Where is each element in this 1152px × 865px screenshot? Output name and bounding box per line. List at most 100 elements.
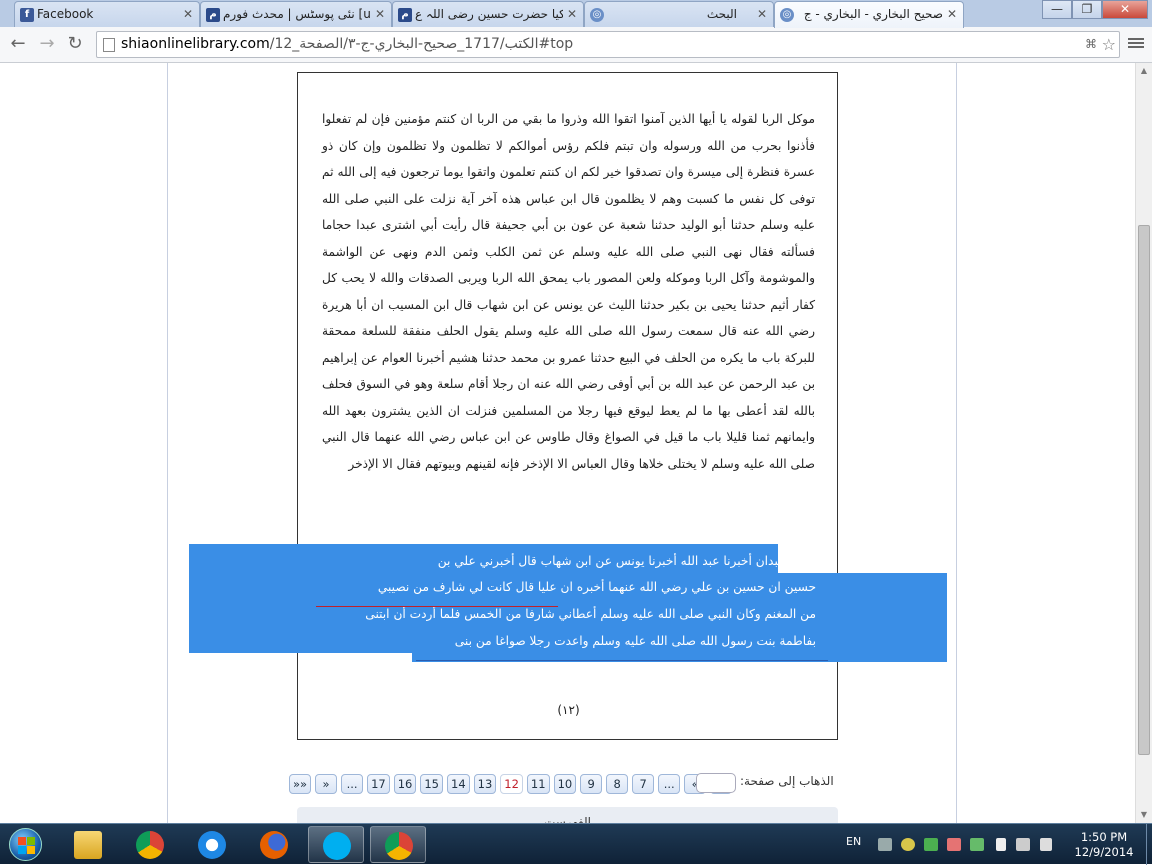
minimize-button[interactable]: —: [1042, 0, 1072, 19]
tab-title: نئی پوسٹس | محدث فورم [um: [223, 7, 371, 21]
address-bar[interactable]: shiaonlinelibrary.com/الكتب/1717_صحيح-ال…: [96, 31, 1120, 58]
globe-icon: ◎: [590, 8, 604, 22]
browser-toolbar: ← → ↻ shiaonlinelibrary.com/الكتب/1717_ص…: [0, 27, 1152, 63]
taskbar-internet-explorer[interactable]: [184, 826, 240, 863]
selected-line: حسين ان حسين بن علي رضي الله عنهما أخبره…: [377, 580, 816, 594]
tab-forum-thread[interactable]: م کیا حضرت حسین رضی اللہ ع ✕: [392, 1, 584, 27]
close-tab-icon[interactable]: ✕: [757, 7, 767, 21]
tab-forum-posts[interactable]: م نئی پوسٹس | محدث فورم [um ✕: [200, 1, 392, 27]
current-page-12: 12: [500, 774, 523, 794]
chrome-icon: [136, 831, 164, 859]
tab-strip: f Facebook ✕ م نئی پوسٹس | محدث فورم [um…: [0, 0, 1152, 28]
content-border-right: [956, 63, 957, 823]
restore-button[interactable]: ❐: [1072, 0, 1102, 19]
keyboard-icon[interactable]: [878, 838, 892, 851]
page-button-10[interactable]: 10: [553, 774, 577, 794]
translate-icon[interactable]: ⌘: [1085, 37, 1097, 51]
firefox-icon: [260, 831, 288, 859]
page-ellipsis-button[interactable]: ...: [658, 774, 681, 794]
forward-arrow-icon[interactable]: →: [35, 33, 59, 57]
back-arrow-icon[interactable]: ←: [6, 33, 30, 57]
url-text[interactable]: shiaonlinelibrary.com/الكتب/1717_صحيح-ال…: [121, 36, 573, 52]
taskbar-explorer[interactable]: [60, 826, 116, 863]
last-page-button[interactable]: »»: [289, 774, 312, 794]
page-button-9[interactable]: 9: [580, 774, 603, 794]
underline-mark: [416, 660, 828, 661]
page-ellipsis-button[interactable]: ...: [341, 774, 364, 794]
taskbar-chrome[interactable]: [122, 826, 178, 863]
goto-page-input[interactable]: [696, 773, 736, 793]
tab-title: Facebook: [37, 7, 94, 21]
page-number: (١٢): [557, 703, 580, 717]
page-button-8[interactable]: 8: [606, 774, 629, 794]
close-tab-icon[interactable]: ✕: [375, 7, 385, 21]
page-button-11[interactable]: 11: [526, 774, 550, 794]
network-icon[interactable]: [1016, 838, 1030, 851]
tray-app-icon[interactable]: [901, 838, 915, 851]
page-icon: [103, 38, 115, 52]
close-tab-icon[interactable]: ✕: [183, 7, 193, 21]
forum-icon: م: [206, 8, 220, 22]
close-tab-icon[interactable]: ✕: [947, 7, 957, 21]
folder-icon: [74, 831, 102, 859]
url-host: shiaonlinelibrary.com: [121, 36, 270, 52]
scrollbar-thumb[interactable]: [1138, 225, 1150, 755]
scroll-down-icon[interactable]: ▼: [1136, 807, 1152, 823]
start-button[interactable]: [3, 825, 45, 863]
content-border-left: [167, 63, 168, 823]
page-viewport: موكل الربا لقوله يا أيها الذين آمنوا اتق…: [0, 63, 1135, 823]
taskbar-firefox[interactable]: [246, 826, 302, 863]
tab-search[interactable]: ◎ البحث ✕: [584, 1, 774, 27]
selected-line: حدثنا عبدان أخبرنا عبد الله أخبرنا يونس …: [437, 554, 814, 568]
page-button-14[interactable]: 14: [447, 774, 470, 794]
page-button-15[interactable]: 15: [420, 774, 443, 794]
language-indicator[interactable]: EN: [846, 835, 861, 848]
pagination: »» » ... 17 16 15 14 13 12 11 10 9 8 7 .…: [289, 772, 736, 796]
tab-facebook[interactable]: f Facebook ✕: [14, 1, 200, 27]
page-button-16[interactable]: 16: [393, 774, 417, 794]
close-tab-icon[interactable]: ✕: [567, 7, 577, 21]
close-window-button[interactable]: ✕: [1102, 0, 1148, 19]
system-clock[interactable]: 1:50 PM 12/9/2014: [1064, 830, 1144, 860]
flag-icon[interactable]: [996, 838, 1006, 851]
forum-icon: م: [398, 8, 412, 22]
taskbar-skype[interactable]: [308, 826, 364, 863]
hadith-paragraph: موكل الربا لقوله يا أيها الذين آمنوا اتق…: [322, 112, 815, 471]
clock-time: 1:50 PM: [1080, 830, 1128, 844]
show-desktop-button[interactable]: [1146, 824, 1152, 865]
taskbar-chrome-active[interactable]: [370, 826, 426, 863]
underline-mark: [316, 606, 558, 607]
tab-title: صحيح البخاري - البخاري - ج: [803, 7, 943, 21]
page-button-17[interactable]: 17: [367, 774, 390, 794]
menu-icon[interactable]: [1128, 36, 1144, 50]
page-button-7[interactable]: 7: [632, 774, 655, 794]
index-header[interactable]: الفهرست: [297, 807, 838, 823]
selected-line: بفاطمة بنت رسول الله صلى الله عليه وسلم …: [454, 634, 816, 648]
selected-line: من المغنم وكان النبي صلى الله عليه وسلم …: [365, 607, 816, 621]
next-page-button[interactable]: »: [315, 774, 338, 794]
tab-sahih-bukhari[interactable]: ◎ صحيح البخاري - البخاري - ج ✕: [774, 1, 964, 28]
skype-icon: [323, 832, 351, 860]
goto-page-label: الذهاب إلى صفحة:: [740, 774, 834, 788]
tray-app-icon[interactable]: [970, 838, 984, 851]
hadith-text: موكل الربا لقوله يا أيها الذين آمنوا اتق…: [298, 106, 839, 477]
clock-date: 12/9/2014: [1074, 845, 1134, 859]
window-controls: — ❐ ✕: [1042, 0, 1148, 20]
volume-icon[interactable]: [1040, 838, 1052, 851]
internet-explorer-icon: [198, 831, 226, 859]
index-label: الفهرست: [543, 815, 592, 823]
scroll-up-icon[interactable]: ▲: [1136, 63, 1152, 79]
page-button-13[interactable]: 13: [473, 774, 497, 794]
bookmark-star-icon[interactable]: ☆: [1102, 35, 1116, 54]
globe-icon: ◎: [780, 8, 794, 22]
windows-logo-icon: [9, 828, 42, 861]
vertical-scrollbar[interactable]: ▲ ▼: [1135, 63, 1152, 823]
facebook-icon: f: [20, 8, 34, 22]
windows-taskbar: EN 1:50 PM 12/9/2014: [0, 823, 1152, 865]
reload-icon[interactable]: ↻: [63, 33, 87, 57]
tab-title: البحث: [706, 7, 737, 21]
chrome-icon: [385, 832, 413, 860]
tray-app-icon[interactable]: [924, 838, 938, 851]
tray-app-icon[interactable]: [947, 838, 961, 851]
tab-title: کیا حضرت حسین رضی اللہ ع: [415, 7, 563, 21]
